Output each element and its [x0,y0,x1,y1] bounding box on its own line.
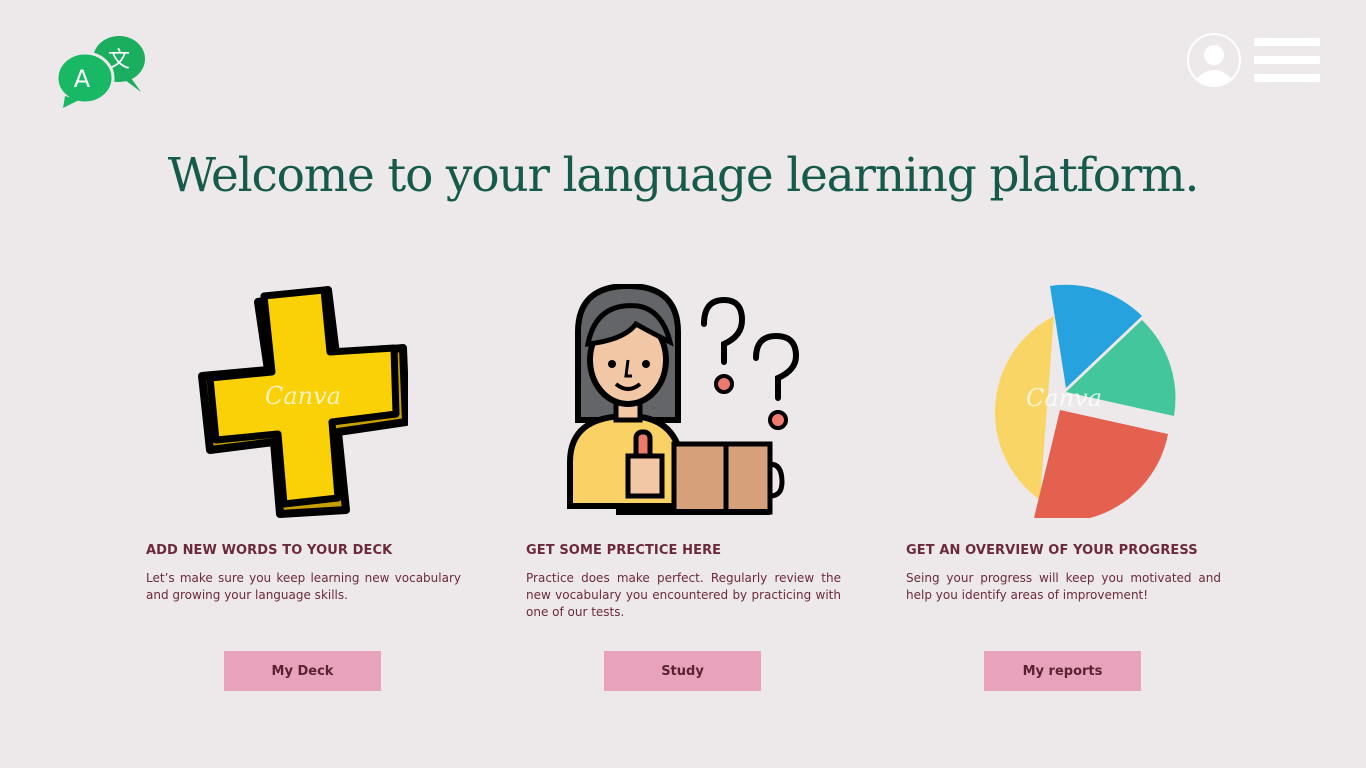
study-button[interactable]: Study [604,651,761,691]
card-progress: GET AN OVERVIEW OF YOUR PROGRESS Seing y… [906,543,1221,604]
pie-chart-icon: Canva [994,284,1176,518]
logo-glyph-a: A [74,65,91,93]
watermark: Canva [265,382,341,410]
plus-icon: Canva [198,286,408,518]
translate-logo-icon: 文 A [55,35,145,108]
card-heading: ADD NEW WORDS TO YOUR DECK [146,543,393,558]
student-icon [567,284,800,515]
my-deck-button[interactable]: My Deck [224,651,381,691]
my-reports-button[interactable]: My reports [984,651,1141,691]
card-body: Practice does make perfect. Regularly re… [526,571,841,619]
card-heading: GET SOME PRECTICE HERE [526,543,722,558]
card-body: Let’s make sure you keep learning new vo… [146,571,461,602]
page-title: Welcome to your language learning platfo… [167,148,1200,203]
card-add-words: ADD NEW WORDS TO YOUR DECK Let’s make su… [146,543,461,604]
user-avatar-icon[interactable] [1186,31,1242,89]
menu-icon[interactable] [1252,36,1322,84]
card-practice: GET SOME PRECTICE HERE Practice does mak… [526,543,841,621]
card-heading: GET AN OVERVIEW OF YOUR PROGRESS [906,543,1198,558]
watermark-pie: Canva [1026,384,1102,412]
card-body: Seing your progress will keep you motiva… [906,571,1221,602]
